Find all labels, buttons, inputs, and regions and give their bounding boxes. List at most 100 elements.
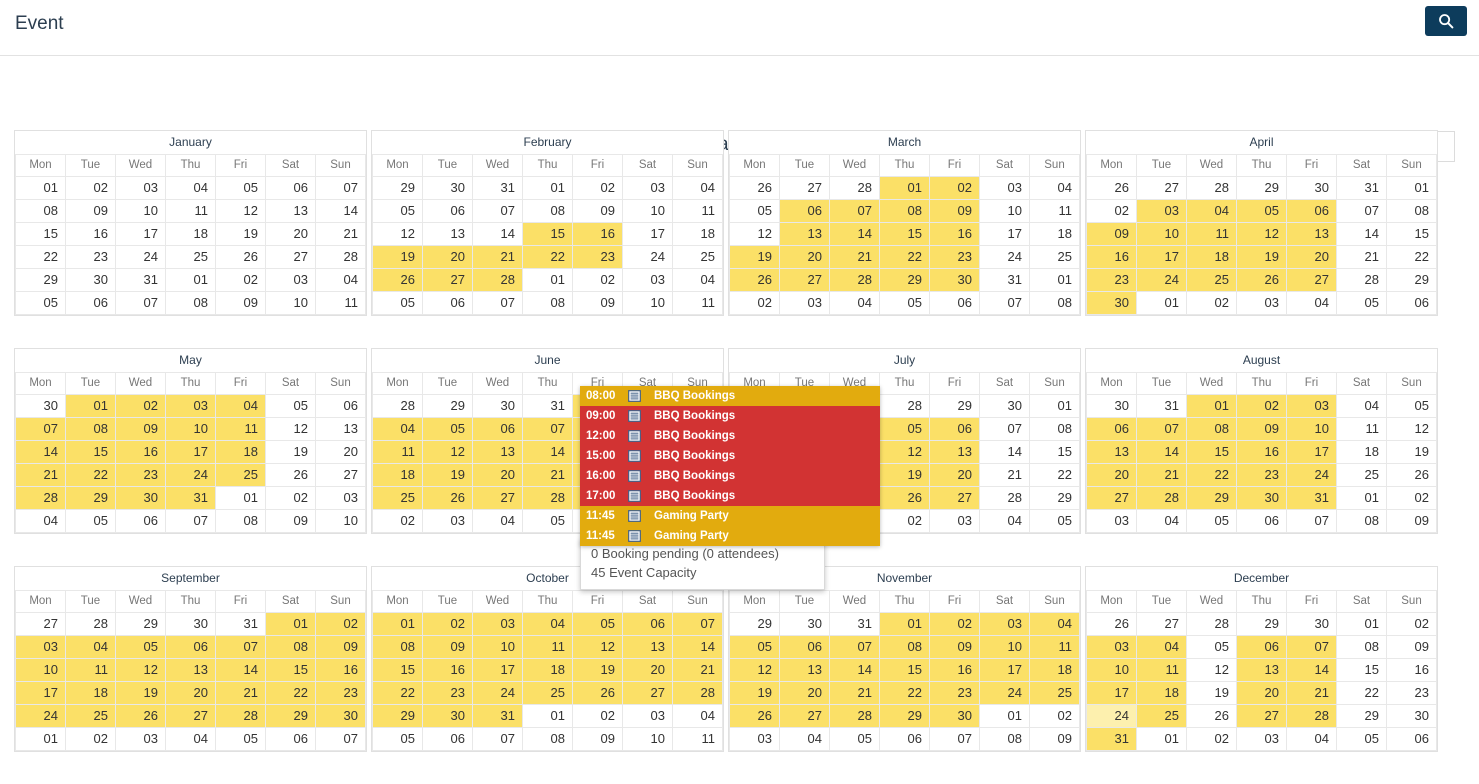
day-cell[interactable]: 06	[622, 612, 673, 636]
day-cell[interactable]: 03	[1286, 394, 1337, 418]
day-cell[interactable]: 15	[265, 658, 316, 682]
day-cell[interactable]: 22	[1029, 463, 1080, 487]
day-cell[interactable]: 02	[929, 176, 980, 200]
day-cell[interactable]: 14	[1136, 440, 1187, 464]
day-cell[interactable]: 08	[879, 635, 930, 659]
day-cell[interactable]: 24	[1286, 463, 1337, 487]
day-cell[interactable]: 23	[929, 245, 980, 269]
day-cell[interactable]: 09	[1386, 635, 1437, 659]
event-popup-row[interactable]: 12:00 BBQ Bookings	[580, 426, 880, 446]
day-cell[interactable]: 12	[879, 440, 930, 464]
day-cell[interactable]: 13	[622, 635, 673, 659]
day-cell[interactable]: 12	[1386, 417, 1437, 441]
day-cell[interactable]: 03	[1136, 199, 1187, 223]
day-cell[interactable]: 14	[829, 222, 880, 246]
day-cell[interactable]: 08	[265, 635, 316, 659]
day-cell[interactable]: 21	[1136, 463, 1187, 487]
event-popup-row[interactable]: 15:00 BBQ Bookings	[580, 446, 880, 466]
day-cell[interactable]: 03	[15, 635, 66, 659]
day-cell[interactable]: 15	[15, 222, 66, 246]
day-cell[interactable]: 09	[929, 635, 980, 659]
day-cell[interactable]: 11	[1336, 417, 1387, 441]
day-cell[interactable]: 24	[979, 245, 1030, 269]
day-cell[interactable]: 10	[1136, 222, 1187, 246]
day-cell[interactable]: 11	[522, 635, 573, 659]
day-cell[interactable]: 13	[265, 199, 316, 223]
day-cell[interactable]: 30	[422, 704, 473, 728]
day-cell[interactable]: 02	[115, 394, 166, 418]
day-cell[interactable]: 02	[422, 612, 473, 636]
day-cell[interactable]: 13	[315, 417, 366, 441]
day-cell[interactable]: 17	[1086, 681, 1137, 705]
day-cell[interactable]: 12	[572, 635, 623, 659]
day-cell[interactable]: 05	[1186, 635, 1237, 659]
day-cell[interactable]: 21	[1336, 245, 1387, 269]
day-cell[interactable]: 06	[165, 635, 216, 659]
day-cell[interactable]: 29	[372, 704, 423, 728]
day-cell[interactable]: 04	[522, 612, 573, 636]
day-cell[interactable]: 21	[215, 681, 266, 705]
day-cell[interactable]: 22	[15, 245, 66, 269]
day-cell[interactable]: 14	[315, 199, 366, 223]
day-cell[interactable]: 24	[1086, 704, 1137, 728]
day-cell[interactable]: 16	[65, 222, 116, 246]
day-cell[interactable]: 23	[65, 245, 116, 269]
day-cell[interactable]: 24	[15, 704, 66, 728]
day-cell[interactable]: 04	[215, 394, 266, 418]
day-cell[interactable]: 28	[1286, 704, 1337, 728]
day-cell[interactable]: 11	[1136, 658, 1187, 682]
day-cell[interactable]: 08	[879, 199, 930, 223]
day-cell[interactable]: 28	[1336, 268, 1387, 292]
day-cell[interactable]: 01	[879, 612, 930, 636]
day-cell[interactable]: 06	[1086, 417, 1137, 441]
day-cell[interactable]: 21	[1286, 681, 1337, 705]
day-cell[interactable]: 21	[829, 681, 880, 705]
day-cell[interactable]: 30	[315, 704, 366, 728]
day-cell[interactable]: 26	[729, 704, 780, 728]
day-cell[interactable]: 25	[1186, 268, 1237, 292]
day-cell[interactable]: 19	[265, 440, 316, 464]
day-cell[interactable]: 28	[829, 704, 880, 728]
day-cell[interactable]: 03	[979, 176, 1030, 200]
day-cell[interactable]: 13	[1086, 440, 1137, 464]
day-cell[interactable]: 29	[265, 704, 316, 728]
day-cell[interactable]: 09	[1086, 222, 1137, 246]
day-cell[interactable]: 04	[1029, 612, 1080, 636]
day-cell[interactable]: 28	[672, 681, 723, 705]
day-cell[interactable]: 07	[1336, 199, 1387, 223]
day-cell[interactable]: 26	[422, 486, 473, 510]
day-cell[interactable]: 20	[472, 463, 523, 487]
day-cell[interactable]: 21	[315, 222, 366, 246]
day-cell[interactable]: 11	[1029, 635, 1080, 659]
day-cell[interactable]: 18	[65, 681, 116, 705]
day-cell[interactable]: 15	[879, 222, 930, 246]
day-cell[interactable]: 12	[1236, 222, 1287, 246]
day-cell[interactable]: 28	[1136, 486, 1187, 510]
day-cell[interactable]: 15	[522, 222, 573, 246]
day-cell[interactable]: 31	[979, 268, 1030, 292]
day-cell[interactable]: 10	[622, 199, 673, 223]
day-cell[interactable]: 21	[829, 245, 880, 269]
day-cell[interactable]: 07	[829, 199, 880, 223]
day-cell[interactable]: 25	[215, 463, 266, 487]
day-cell[interactable]: 02	[929, 612, 980, 636]
day-cell[interactable]: 15	[1386, 222, 1437, 246]
day-cell[interactable]: 27	[265, 245, 316, 269]
day-cell[interactable]: 14	[829, 658, 880, 682]
day-cell[interactable]: 13	[779, 658, 830, 682]
day-cell[interactable]: 07	[15, 417, 66, 441]
day-cell[interactable]: 08	[1336, 635, 1387, 659]
day-cell[interactable]: 25	[65, 704, 116, 728]
day-cell[interactable]: 11	[165, 199, 216, 223]
event-popup-row[interactable]: 11:45 Gaming Party	[580, 506, 880, 526]
day-cell[interactable]: 12	[372, 222, 423, 246]
day-cell[interactable]: 22	[372, 681, 423, 705]
day-cell[interactable]: 20	[315, 440, 366, 464]
day-cell[interactable]: 17	[979, 658, 1030, 682]
day-cell[interactable]: 24	[1136, 268, 1187, 292]
day-cell[interactable]: 18	[672, 222, 723, 246]
day-cell[interactable]: 27	[779, 268, 830, 292]
day-cell[interactable]: 26	[265, 463, 316, 487]
day-cell[interactable]: 06	[1236, 635, 1287, 659]
day-cell[interactable]: 19	[372, 245, 423, 269]
